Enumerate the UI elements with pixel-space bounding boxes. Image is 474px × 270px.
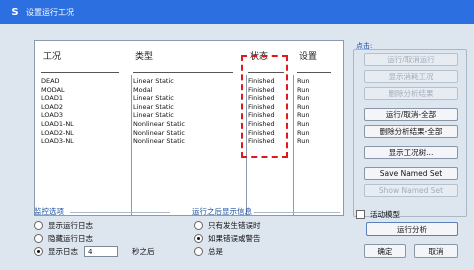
seconds-after-label: 秒之后 — [132, 247, 155, 256]
radio-hide-log[interactable]: 隐藏运行日志 — [34, 233, 93, 244]
radio-log-delay[interactable]: 显示日志 4 秒之后 — [34, 246, 155, 257]
table-cell-type[interactable]: Modal — [133, 86, 185, 95]
col-divider — [131, 75, 132, 215]
case-type-column[interactable]: Linear Static Modal Linear Static Linear St… — [133, 77, 185, 146]
action-col-underline — [297, 72, 331, 73]
radio-errors-warnings[interactable]: 如果错误或警告 — [194, 233, 261, 244]
table-cell-case[interactable]: LOAD1 — [41, 94, 74, 103]
radio-errors-only[interactable]: 只有发生错误时 — [194, 220, 261, 231]
dialog-body: 工况 类型 状态 设置 DEAD MODAL LOAD1 LOAD2 LOAD3 LOAD… — [0, 24, 474, 270]
status-highlight-box — [241, 55, 288, 158]
case-name-column[interactable]: DEAD MODAL LOAD1 LOAD2 LOAD3 LOAD1-NL LOAD2-NL… — [41, 77, 74, 146]
table-cell-case[interactable]: MODAL — [41, 86, 74, 95]
col-header-action: 设置 — [299, 52, 318, 62]
table-cell-type[interactable]: Nonlinear Static — [133, 129, 185, 138]
radio-label: 隐藏运行日志 — [48, 234, 93, 243]
monitor-group-line — [70, 212, 170, 213]
monitor-options-label: 监控选项 — [34, 207, 64, 216]
radio-label: 显示日志 — [48, 247, 78, 256]
active-model-label: 活动模型 — [370, 210, 400, 219]
col-divider — [293, 75, 294, 215]
col-header-case: 工况 — [43, 52, 62, 62]
radio-button[interactable] — [34, 234, 43, 243]
table-cell-action[interactable]: Run — [297, 77, 309, 86]
active-model-checkbox[interactable] — [356, 210, 365, 219]
table-cell-case[interactable]: DEAD — [41, 77, 74, 86]
table-cell-case[interactable]: LOAD2 — [41, 103, 74, 112]
table-cell-action[interactable]: Run — [297, 103, 309, 112]
run-analysis-button[interactable]: 运行分析 — [366, 222, 458, 236]
run-toggle-button[interactable]: 运行/取消运行 — [364, 53, 458, 66]
table-cell-action[interactable]: Run — [297, 137, 309, 146]
cancel-button[interactable]: 取消 — [414, 244, 458, 258]
case-table: 工况 类型 状态 设置 DEAD MODAL LOAD1 LOAD2 LOAD3 LOAD… — [34, 40, 344, 216]
table-cell-case[interactable]: LOAD3 — [41, 111, 74, 120]
radio-label: 总是 — [208, 247, 223, 256]
table-cell-type[interactable]: Linear Static — [133, 103, 185, 112]
radio-button-selected[interactable] — [34, 247, 43, 256]
table-cell-type[interactable]: Linear Static — [133, 111, 185, 120]
log-seconds-input[interactable]: 4 — [84, 246, 118, 257]
table-cell-type[interactable]: Nonlinear Static — [133, 137, 185, 146]
post-run-info-label: 运行之后显示信息 — [192, 207, 252, 216]
radio-show-log[interactable]: 显示运行日志 — [34, 220, 93, 231]
table-cell-case[interactable]: LOAD2-NL — [41, 129, 74, 138]
delete-results-button[interactable]: 删除分析结果 — [364, 87, 458, 100]
run-toggle-all-button[interactable]: 运行/取消-全部 — [364, 108, 458, 121]
radio-button-selected[interactable] — [194, 234, 203, 243]
table-cell-case[interactable]: LOAD3-NL — [41, 137, 74, 146]
ok-button[interactable]: 确定 — [364, 244, 406, 258]
case-action-column[interactable]: Run Run Run Run Run Run Run Run — [297, 77, 309, 146]
save-named-set-button[interactable]: Save Named Set — [364, 167, 458, 180]
col-header-type: 类型 — [135, 52, 154, 62]
window-title: 设置运行工况 — [26, 7, 74, 17]
table-cell-action[interactable]: Run — [297, 120, 309, 129]
radio-button[interactable] — [194, 221, 203, 230]
table-cell-action[interactable]: Run — [297, 129, 309, 138]
table-cell-action[interactable]: Run — [297, 86, 309, 95]
table-cell-type[interactable]: Linear Static — [133, 94, 185, 103]
radio-button[interactable] — [34, 221, 43, 230]
type-col-underline — [133, 72, 233, 73]
active-model-checkbox-row[interactable]: 活动模型 — [356, 209, 400, 220]
table-cell-type[interactable]: Nonlinear Static — [133, 120, 185, 129]
show-loaded-case-button[interactable]: 显示消耗工况 — [364, 70, 458, 83]
show-case-tree-button[interactable]: 显示工况树... — [364, 146, 458, 159]
radio-label: 如果错误或警告 — [208, 234, 261, 243]
show-named-set-button[interactable]: Show Named Set — [364, 184, 458, 197]
radio-label: 只有发生错误时 — [208, 221, 261, 230]
table-cell-action[interactable]: Run — [297, 111, 309, 120]
radio-label: 显示运行日志 — [48, 221, 93, 230]
radio-button[interactable] — [194, 247, 203, 256]
table-cell-type[interactable]: Linear Static — [133, 77, 185, 86]
radio-always[interactable]: 总是 — [194, 246, 223, 257]
app-logo-icon: S — [11, 6, 19, 18]
delete-results-all-button[interactable]: 删除分析结果-全部 — [364, 125, 458, 138]
table-cell-action[interactable]: Run — [297, 94, 309, 103]
title-bar: S 设置运行工况 — [0, 0, 474, 24]
post-run-group-line — [254, 212, 340, 213]
case-col-underline — [41, 72, 119, 73]
table-cell-case[interactable]: LOAD1-NL — [41, 120, 74, 129]
